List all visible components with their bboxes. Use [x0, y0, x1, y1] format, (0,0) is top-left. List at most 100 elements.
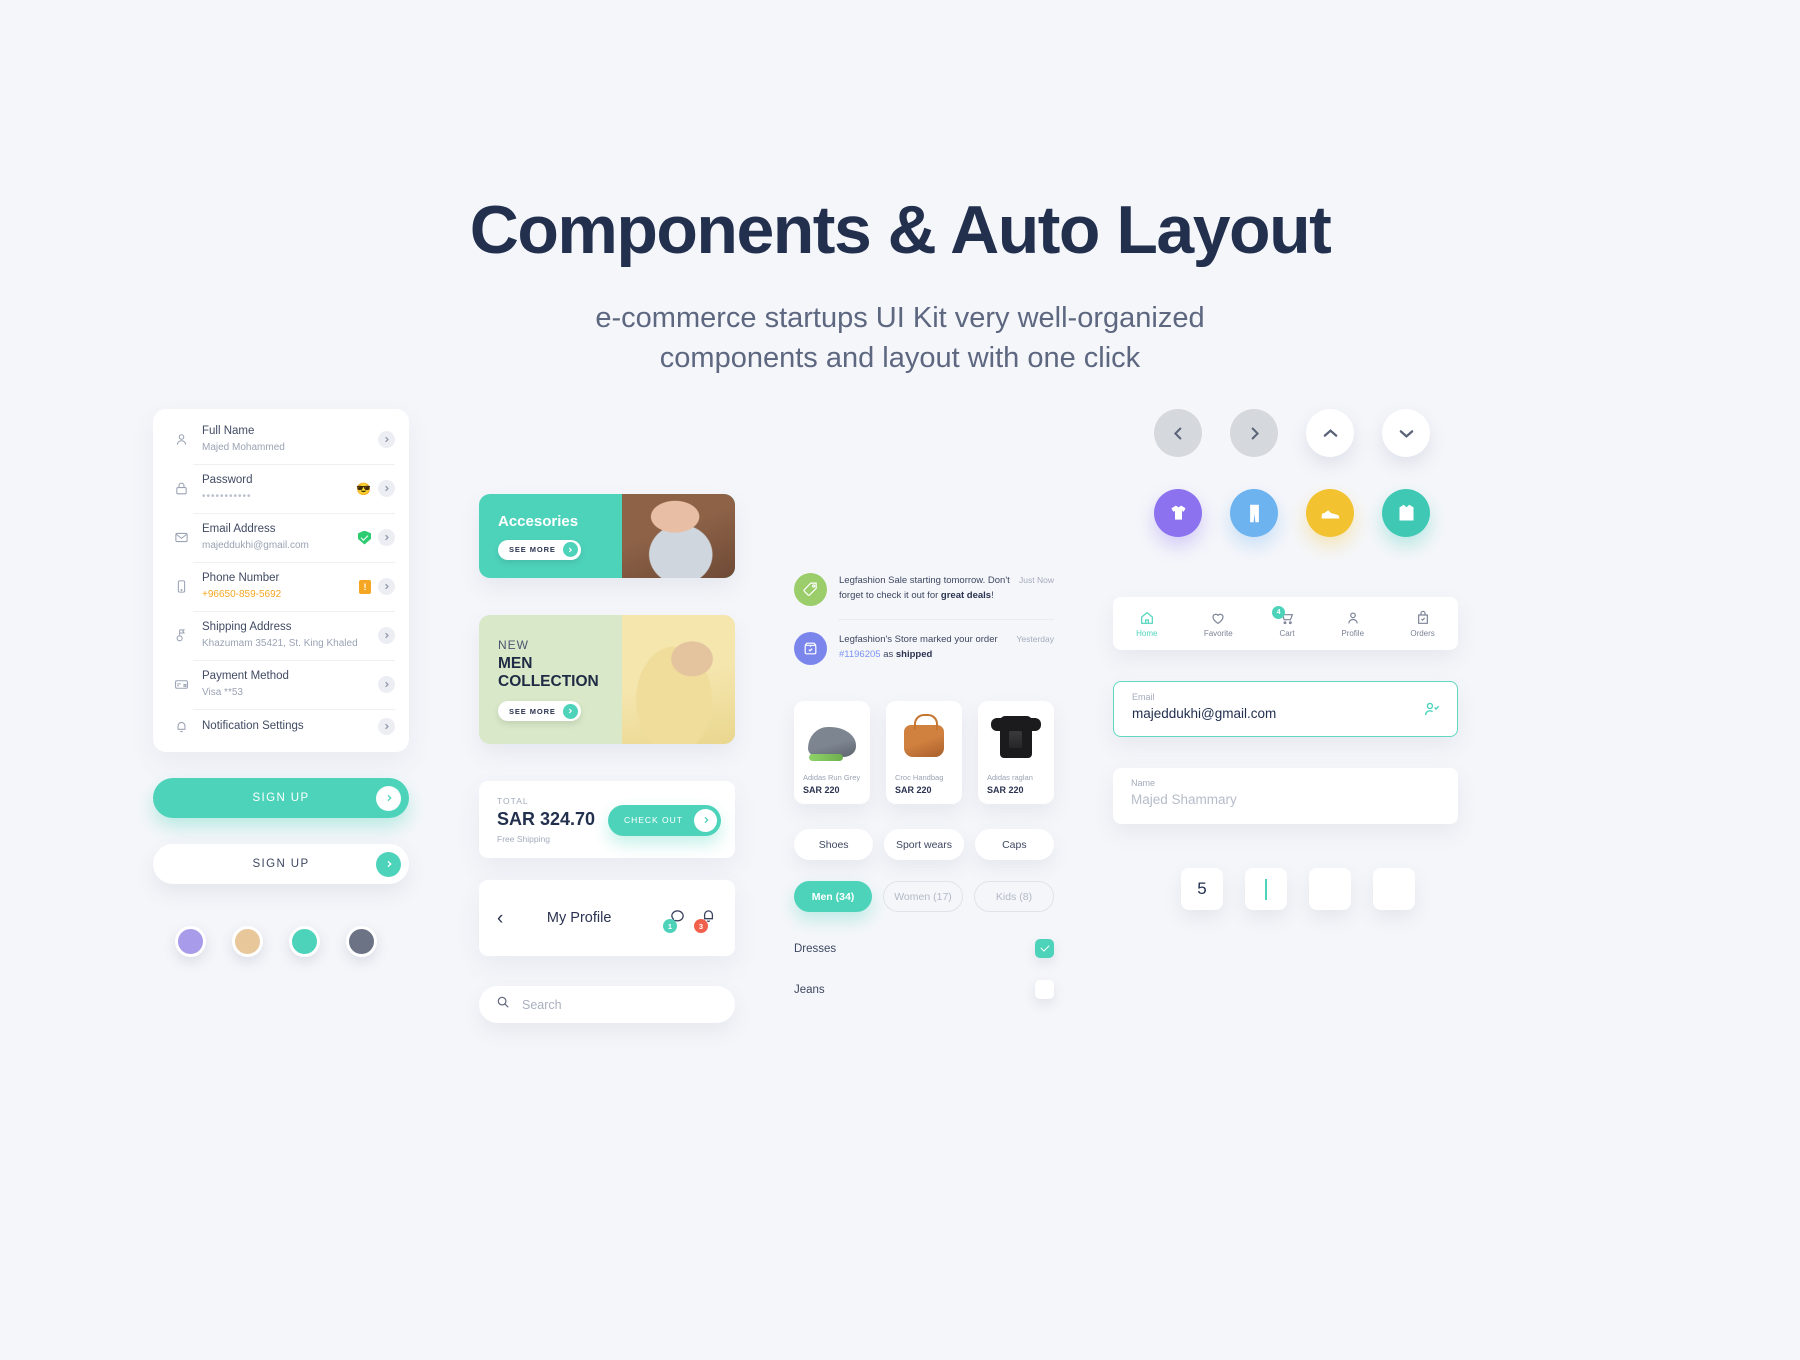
arrow-right-icon — [562, 703, 578, 719]
swatch-lavender[interactable] — [175, 926, 206, 958]
swatch-slate[interactable] — [346, 926, 377, 958]
otp-box-4[interactable] — [1373, 868, 1415, 910]
chevron-down-button[interactable] — [1382, 409, 1430, 457]
chevron-right-icon[interactable] — [378, 676, 395, 694]
name-field-placeholder: Majed Shammary — [1131, 792, 1237, 807]
shipping-note: Free Shipping — [497, 834, 550, 844]
profile-settings-card: Full Name Majed Mohammed Password ••••••… — [153, 409, 409, 753]
otp-box-3[interactable] — [1309, 868, 1351, 910]
chevron-right-icon[interactable] — [378, 480, 395, 498]
profile-row-label: Full Name — [202, 425, 255, 437]
bottom-navigation-bar: Home Favorite 4 Cart Profile Orders — [1113, 597, 1458, 650]
checkout-label: CHECK OUT — [623, 815, 683, 825]
checkbox-jeans[interactable] — [1035, 980, 1054, 999]
chat-icon[interactable]: 1 — [663, 907, 686, 933]
profile-row-value: Visa **53 — [202, 686, 243, 698]
checkbox-row-dresses[interactable]: Dresses — [794, 939, 1054, 958]
banner-men-collection[interactable]: NEW MEN COLLECTION SEE MORE — [479, 615, 735, 744]
filter-chip-caps[interactable]: Caps — [974, 829, 1054, 860]
checkbox-label: Jeans — [794, 983, 825, 996]
nav-label: Cart — [1279, 628, 1295, 638]
jacket-icon[interactable] — [1382, 489, 1430, 537]
notification-item[interactable]: Legfashion's Store marked your order #11… — [794, 619, 1054, 678]
chevron-right-icon[interactable] — [378, 578, 395, 596]
nav-item-profile[interactable]: Profile — [1341, 610, 1364, 638]
checkbox-dresses[interactable] — [1035, 939, 1054, 958]
checkout-button[interactable]: CHECK OUT — [607, 804, 721, 836]
profile-row-phone[interactable]: Phone Number +96650-859-5692 — [153, 562, 409, 611]
swatch-teal[interactable] — [289, 926, 320, 958]
profile-row-full-name[interactable]: Full Name Majed Mohammed — [153, 415, 409, 464]
segment-chip-row: Men (34) Women (17) Kids (8) — [794, 881, 1054, 912]
product-image-sneaker — [803, 711, 861, 763]
bell-icon[interactable]: 3 — [694, 907, 717, 933]
name-field[interactable]: Name Majed Shammary — [1113, 768, 1458, 824]
chevron-right-icon[interactable] — [378, 529, 395, 547]
chat-badge: 1 — [663, 919, 677, 933]
nav-item-orders[interactable]: Orders — [1410, 610, 1435, 638]
profile-row-shipping-address[interactable]: Shipping Address Khazumam 35421, St. Kin… — [153, 611, 409, 660]
swatch-tan[interactable] — [232, 926, 263, 958]
nav-label: Home — [1136, 628, 1158, 638]
tag-icon — [794, 573, 827, 606]
profile-row-value: +96650-859-5692 — [202, 588, 282, 600]
profile-row-password[interactable]: Password ••••••••••• 😎 — [153, 464, 409, 513]
product-card[interactable]: Croc Handbag SAR 220 — [886, 701, 962, 804]
search-bar[interactable]: Search — [479, 986, 735, 1023]
tshirt-icon[interactable] — [1154, 489, 1202, 537]
product-card[interactable]: Adidas raglan SAR 220 — [978, 701, 1054, 804]
notification-text-bold: great deals — [940, 589, 992, 601]
notification-time: Just Now — [1019, 575, 1054, 585]
search-placeholder: Search — [522, 997, 562, 1012]
chevron-right-button[interactable] — [1230, 409, 1278, 457]
chevron-left-button[interactable] — [1154, 409, 1202, 457]
signup-secondary-button[interactable]: SIGN UP — [153, 844, 409, 885]
otp-box-2[interactable] — [1245, 868, 1287, 910]
segment-chip-women[interactable]: Women (17) — [883, 881, 963, 912]
card-icon — [169, 677, 193, 692]
profile-row-label: Email Address — [202, 523, 276, 536]
banner-accessories[interactable]: Accesories SEE MORE — [479, 494, 735, 578]
user-verified-icon — [1422, 700, 1441, 724]
filter-chip-shoes[interactable]: Shoes — [794, 829, 874, 860]
pants-icon[interactable] — [1230, 489, 1278, 537]
bell-icon — [169, 719, 193, 734]
profile-row-label: Shipping Address — [202, 621, 292, 634]
email-field[interactable]: Email majeddukhi@gmail.com — [1113, 681, 1458, 737]
notification-text-bold: shipped — [895, 648, 933, 660]
notification-item[interactable]: Legfashion Sale starting tomorrow. Don't… — [794, 560, 1054, 619]
otp-box-1[interactable]: 5 — [1181, 868, 1223, 910]
mail-icon — [169, 530, 193, 545]
filter-chip-sport-wears[interactable]: Sport wears — [884, 829, 964, 860]
shoe-icon[interactable] — [1306, 489, 1354, 537]
checkbox-row-jeans[interactable]: Jeans — [794, 980, 1054, 999]
chevron-right-icon[interactable] — [378, 431, 395, 448]
profile-row-value: Khazumam 35421, St. King Khaled — [202, 637, 358, 649]
segment-chip-men[interactable]: Men (34) — [794, 881, 872, 912]
nav-item-home[interactable]: Home — [1136, 610, 1158, 638]
signup-primary-label: SIGN UP — [252, 792, 310, 805]
product-name: Adidas Run Grey — [803, 773, 861, 782]
chevron-right-icon[interactable] — [378, 627, 395, 645]
signup-primary-button[interactable]: SIGN UP — [153, 778, 409, 819]
notification-text-part-2: as — [880, 648, 896, 660]
cart-badge: 4 — [1272, 605, 1286, 619]
checkbox-label: Dresses — [794, 942, 837, 955]
profile-row-payment-method[interactable]: Payment Method Visa **53 — [153, 660, 409, 709]
product-card[interactable]: Adidas Run Grey SAR 220 — [794, 701, 870, 804]
chevron-right-icon[interactable] — [378, 718, 395, 736]
phone-icon — [169, 579, 193, 594]
profile-header-bar: ‹ My Profile 1 3 — [479, 880, 735, 956]
nav-item-cart[interactable]: 4 Cart — [1272, 605, 1295, 638]
profile-row-email[interactable]: Email Address majeddukhi@gmail.com — [153, 513, 409, 562]
round-button-row — [1113, 409, 1458, 457]
notification-time: Yesterday — [1016, 634, 1055, 644]
arrow-right-icon — [376, 785, 401, 811]
nav-item-favorite[interactable]: Favorite — [1204, 610, 1233, 638]
see-more-button[interactable]: SEE MORE — [498, 539, 581, 560]
segment-chip-kids[interactable]: Kids (8) — [974, 881, 1054, 912]
profile-row-label: Password — [202, 474, 253, 487]
see-more-button[interactable]: SEE MORE — [498, 701, 581, 722]
profile-row-notification-settings[interactable]: Notification Settings — [153, 709, 409, 744]
chevron-up-button[interactable] — [1306, 409, 1354, 457]
